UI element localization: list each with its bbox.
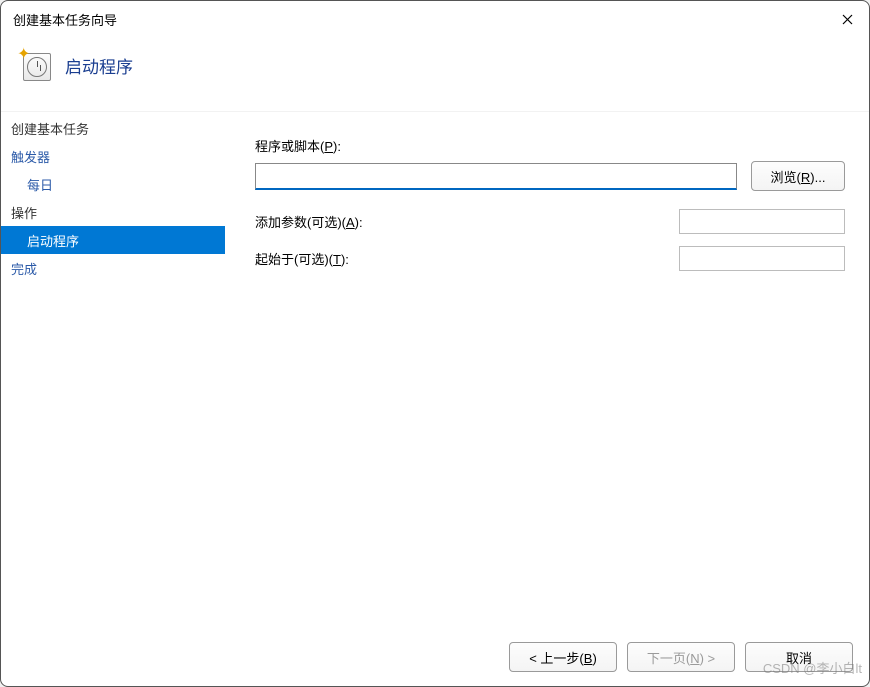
close-icon	[842, 14, 853, 25]
startin-row: 起始于(可选)(T):	[255, 246, 845, 271]
close-button[interactable]	[835, 7, 859, 31]
step-finish[interactable]: 完成	[1, 254, 225, 282]
step-trigger-daily[interactable]: 每日	[1, 170, 225, 198]
browse-button[interactable]: 浏览(R)...	[751, 161, 845, 191]
step-start-program[interactable]: 启动程序	[1, 226, 225, 254]
wizard-body: 创建基本任务 触发器 每日 操作 启动程序 完成 程序或脚本(P): 浏览(R)…	[1, 111, 869, 628]
next-button[interactable]: 下一页(N) >	[627, 642, 735, 672]
back-button[interactable]: < 上一步(B)	[509, 642, 617, 672]
program-script-label: 程序或脚本(P):	[255, 136, 341, 155]
arguments-input[interactable]	[679, 209, 845, 234]
wizard-footer: < 上一步(B) 下一页(N) > 取消	[1, 628, 869, 686]
step-create-basic-task[interactable]: 创建基本任务	[1, 114, 225, 142]
task-wizard-icon: ✦	[19, 49, 51, 81]
program-script-input[interactable]	[255, 163, 737, 190]
wizard-content: 程序或脚本(P): 浏览(R)... 添加参数(可选)(A): 起始于(可选)(…	[225, 112, 869, 628]
wizard-header: ✦ 启动程序	[1, 33, 869, 111]
step-action[interactable]: 操作	[1, 198, 225, 226]
window-title: 创建基本任务向导	[13, 10, 117, 29]
titlebar: 创建基本任务向导	[1, 1, 869, 33]
arguments-row: 添加参数(可选)(A):	[255, 209, 845, 234]
cancel-button[interactable]: 取消	[745, 642, 853, 672]
program-script-row: 浏览(R)...	[255, 161, 845, 191]
program-script-label-row: 程序或脚本(P):	[255, 136, 845, 155]
wizard-window: 创建基本任务向导 ✦ 启动程序 创建基本任务 触发器 每日 操作 启动程序 完成…	[0, 0, 870, 687]
startin-label: 起始于(可选)(T):	[255, 249, 349, 268]
arguments-label: 添加参数(可选)(A):	[255, 212, 363, 231]
page-title: 启动程序	[65, 53, 133, 78]
wizard-steps-sidebar: 创建基本任务 触发器 每日 操作 启动程序 完成	[1, 112, 225, 628]
startin-input[interactable]	[679, 246, 845, 271]
step-trigger[interactable]: 触发器	[1, 142, 225, 170]
